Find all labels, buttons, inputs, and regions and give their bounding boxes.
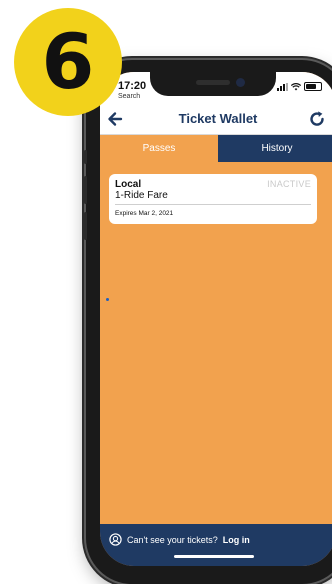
app-header: Ticket Wallet <box>100 104 332 135</box>
back-to-app-link[interactable]: Search <box>118 93 140 100</box>
wallet-tabs: Passes History <box>100 135 332 162</box>
card-divider <box>115 204 311 205</box>
wifi-icon <box>291 82 301 90</box>
login-prompt: Can't see your tickets? <box>127 534 218 545</box>
status-time: 17:20 <box>118 80 147 92</box>
login-link[interactable]: Log in <box>223 535 250 545</box>
home-indicator[interactable] <box>174 555 254 558</box>
edge-marker <box>106 298 109 301</box>
cellular-signal-icon <box>277 82 288 91</box>
login-banner: Can't see your tickets? Log in <box>100 524 332 566</box>
status-icons <box>277 82 322 91</box>
battery-icon <box>304 82 322 91</box>
app-screen: 17:20 Search Ticket Wallet Passes Histor… <box>100 72 332 566</box>
pass-status-badge: INACTIVE <box>267 179 311 189</box>
front-camera <box>236 78 245 87</box>
silent-switch <box>84 150 87 164</box>
volume-up-button <box>84 176 87 204</box>
page-title: Ticket Wallet <box>178 111 258 126</box>
speaker-grille <box>196 80 230 85</box>
tab-history[interactable]: History <box>218 135 332 162</box>
step-number-badge: 6 <box>14 8 122 116</box>
refresh-icon[interactable] <box>306 108 328 130</box>
user-circle-icon <box>109 533 122 546</box>
volume-down-button <box>84 212 87 240</box>
pass-fare: 1-Ride Fare <box>115 190 168 201</box>
pass-card[interactable]: Local 1-Ride Fare INACTIVE Expires Mar 2… <box>109 174 317 224</box>
pass-expiry: Expires Mar 2, 2021 <box>115 210 174 217</box>
pass-type: Local <box>115 179 142 190</box>
tab-passes[interactable]: Passes <box>100 135 218 162</box>
step-number: 6 <box>41 17 95 106</box>
login-row: Can't see your tickets? Log in <box>109 533 250 546</box>
